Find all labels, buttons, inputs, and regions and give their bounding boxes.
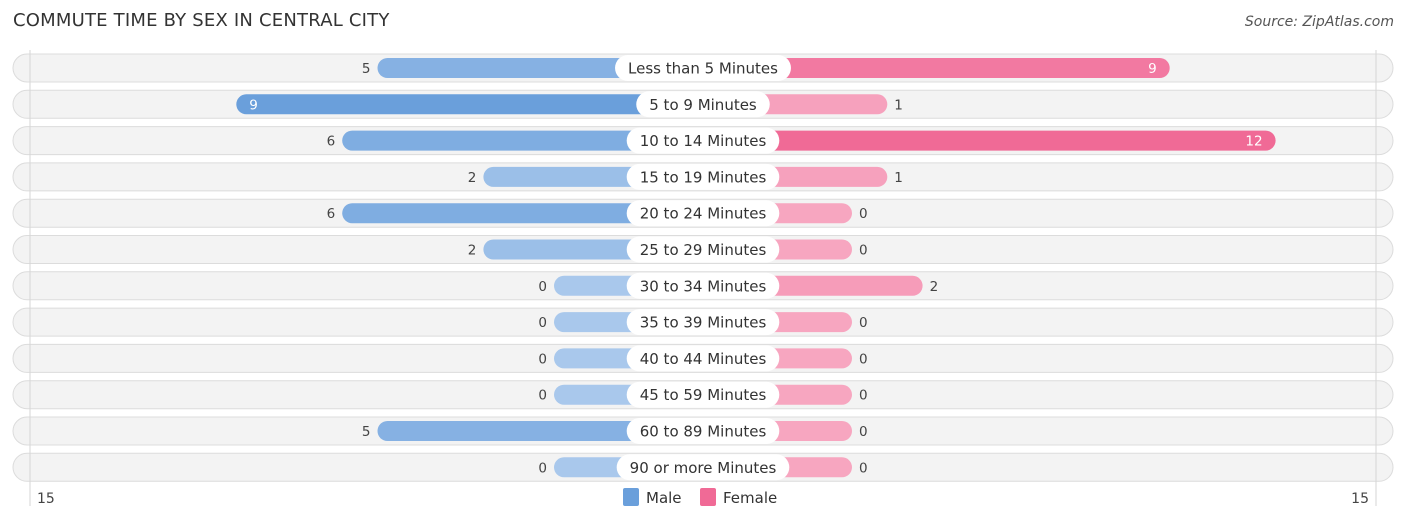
value-label-female: 0 (859, 351, 868, 367)
category-label: 60 to 89 Minutes (640, 423, 767, 441)
chart-row: Less than 5 Minutes 5 9 (12, 53, 1394, 83)
axis-label-right: 15 (1351, 491, 1369, 507)
axis-label-left: 15 (37, 491, 55, 507)
legend-label-male: Male (646, 489, 682, 507)
value-label-female: 0 (859, 315, 868, 331)
value-label-female: 1 (894, 170, 903, 186)
value-label-male: 0 (538, 388, 547, 404)
chart-row: 25 to 29 Minutes 2 0 (12, 235, 1394, 264)
category-label: 10 to 14 Minutes (640, 132, 767, 150)
value-label-female: 2 (930, 279, 939, 295)
value-label-female: 0 (859, 460, 868, 476)
category-label: Less than 5 Minutes (628, 60, 778, 78)
legend-swatch-female (700, 488, 716, 506)
value-label-female: 0 (859, 243, 868, 259)
chart-row: 45 to 59 Minutes 0 0 (12, 380, 1394, 410)
category-label: 20 to 24 Minutes (640, 205, 767, 223)
value-label-male: 0 (538, 279, 547, 295)
chart-row: 15 to 19 Minutes 2 1 (12, 162, 1394, 192)
category-label: 90 or more Minutes (630, 459, 777, 477)
chart-row: 60 to 89 Minutes 5 0 (12, 416, 1394, 446)
legend-swatch-male (623, 488, 639, 506)
legend: Male Female (623, 488, 777, 507)
value-label-female: 0 (859, 206, 868, 222)
value-label-female: 12 (1245, 134, 1262, 150)
value-label-male: 6 (327, 134, 336, 150)
value-label-female: 1 (894, 97, 903, 113)
value-label-male: 2 (468, 243, 477, 259)
category-label: 5 to 9 Minutes (649, 96, 757, 114)
value-label-male: 6 (327, 206, 336, 222)
chart: Less than 5 Minutes 5 9 5 to 9 Minutes 9 1 10 … (12, 50, 1394, 507)
category-label: 25 to 29 Minutes (640, 241, 767, 259)
value-label-female: 9 (1148, 61, 1157, 77)
chart-row: 10 to 14 Minutes 6 12 (12, 126, 1394, 156)
value-label-male: 0 (538, 351, 547, 367)
chart-row: 35 to 39 Minutes 0 0 (12, 307, 1394, 337)
chart-row: 20 to 24 Minutes 6 0 (12, 198, 1394, 228)
category-label: 30 to 34 Minutes (640, 277, 767, 295)
chart-row: 5 to 9 Minutes 9 1 (12, 89, 1394, 119)
bar-female (703, 130, 1276, 151)
value-label-male: 0 (538, 460, 547, 476)
value-label-male: 0 (538, 315, 547, 331)
chart-rows: Less than 5 Minutes 5 9 5 to 9 Minutes 9 1 10 … (12, 53, 1394, 482)
value-label-male: 5 (362, 424, 371, 440)
chart-row: 30 to 34 Minutes 0 2 (12, 271, 1394, 301)
value-label-female: 0 (859, 424, 868, 440)
legend-label-female: Female (723, 489, 777, 507)
value-label-female: 0 (859, 388, 868, 404)
value-label-male: 2 (468, 170, 477, 186)
chart-row: 40 to 44 Minutes 0 0 (12, 343, 1394, 373)
category-label: 35 to 39 Minutes (640, 314, 767, 332)
category-label: 45 to 59 Minutes (640, 386, 767, 404)
bar-male (236, 94, 704, 115)
category-label: 40 to 44 Minutes (640, 350, 767, 368)
chart-row: 90 or more Minutes 0 0 (12, 452, 1394, 482)
category-label: 15 to 19 Minutes (640, 168, 767, 186)
value-label-male: 5 (362, 61, 371, 77)
value-label-male: 9 (249, 97, 258, 113)
